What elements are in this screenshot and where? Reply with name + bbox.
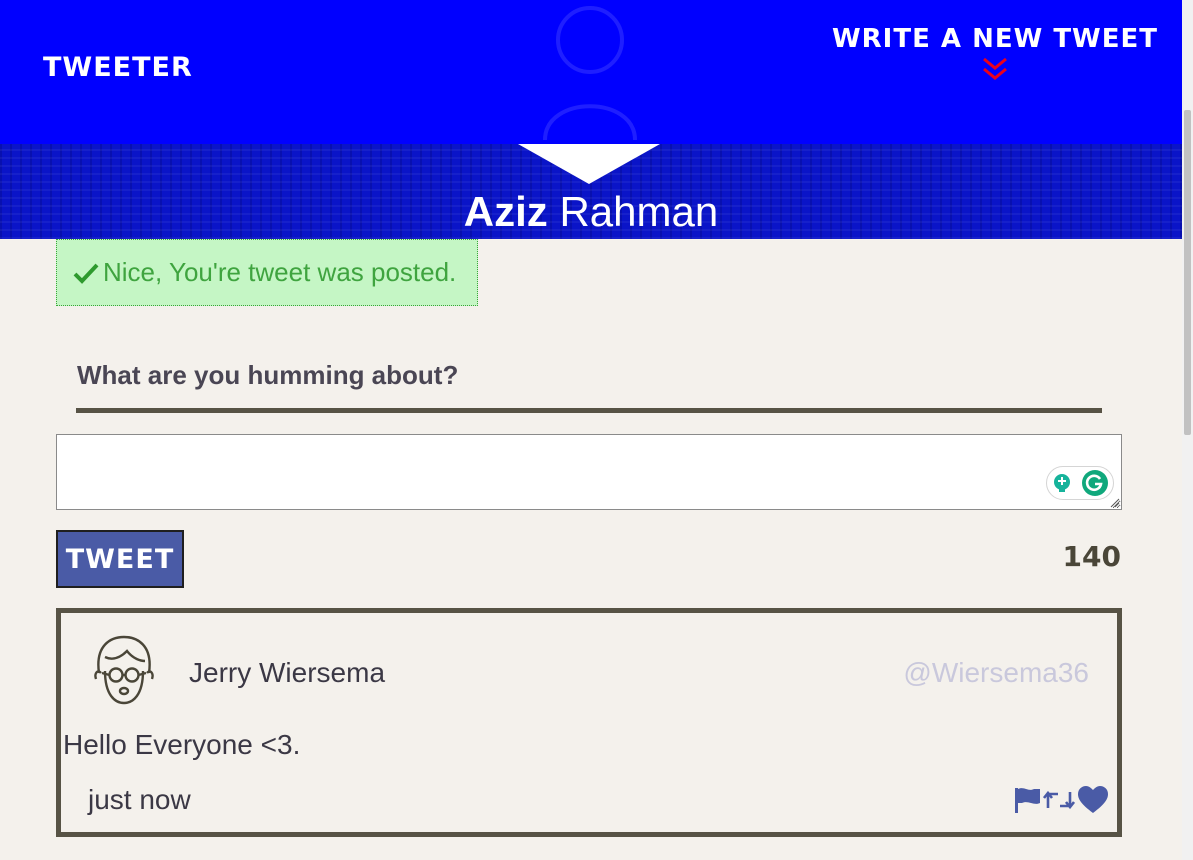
lightbulb-icon[interactable]: [1051, 472, 1073, 494]
tweet-text: Hello Everyone <3.: [63, 729, 301, 760]
retweet-icon[interactable]: [1043, 788, 1075, 812]
profile-name: Aziz Rahman: [0, 188, 1182, 236]
scrollbar-thumb[interactable]: [1184, 110, 1191, 435]
success-flash-message: Nice, You're tweet was posted.: [56, 239, 478, 306]
double-chevron-down-icon: [983, 57, 1007, 80]
profile-first-name: Aziz: [463, 188, 548, 235]
top-navbar: TWEETER WRITE A NEW TWEET: [0, 0, 1182, 144]
tweet-timestamp: just now: [88, 784, 191, 815]
tweet-card: Jerry Wiersema @Wiersema36 Hello Everyon…: [56, 608, 1122, 837]
page-scrollbar[interactable]: [1182, 0, 1193, 860]
faint-avatar-watermark-icon: [543, 6, 637, 140]
profile-last-name: Rahman: [559, 188, 719, 235]
tweet-actions: [1013, 786, 1109, 814]
flash-text: Nice, You're tweet was posted.: [103, 257, 457, 287]
tweet-text-input[interactable]: [56, 434, 1122, 510]
flag-icon[interactable]: [1013, 786, 1041, 814]
tweet-author-name: Jerry Wiersema: [189, 657, 386, 688]
checkmark-icon: [73, 263, 99, 284]
compose-heading: What are you humming about?: [77, 360, 459, 390]
grammarly-g-icon[interactable]: [1081, 469, 1109, 497]
brand-logo[interactable]: TWEETER: [43, 52, 193, 83]
write-new-tweet-label: WRITE A NEW TWEET: [831, 24, 1158, 54]
profile-header-band: Aziz Rahman: [0, 144, 1182, 239]
heart-icon[interactable]: [1077, 786, 1109, 814]
profile-pointer-triangle: [518, 144, 660, 184]
tweet-author-handle: @Wiersema36: [903, 657, 1089, 688]
grammar-assistant-widget[interactable]: [1046, 466, 1114, 500]
character-counter: 140: [1062, 540, 1121, 573]
compose-divider: [76, 408, 1102, 413]
write-new-tweet-toggle[interactable]: WRITE A NEW TWEET: [832, 24, 1158, 82]
tweet-submit-button[interactable]: TWEET: [56, 530, 184, 588]
user-glasses-avatar-icon: [94, 635, 154, 705]
resize-grip-icon[interactable]: [1109, 497, 1120, 508]
